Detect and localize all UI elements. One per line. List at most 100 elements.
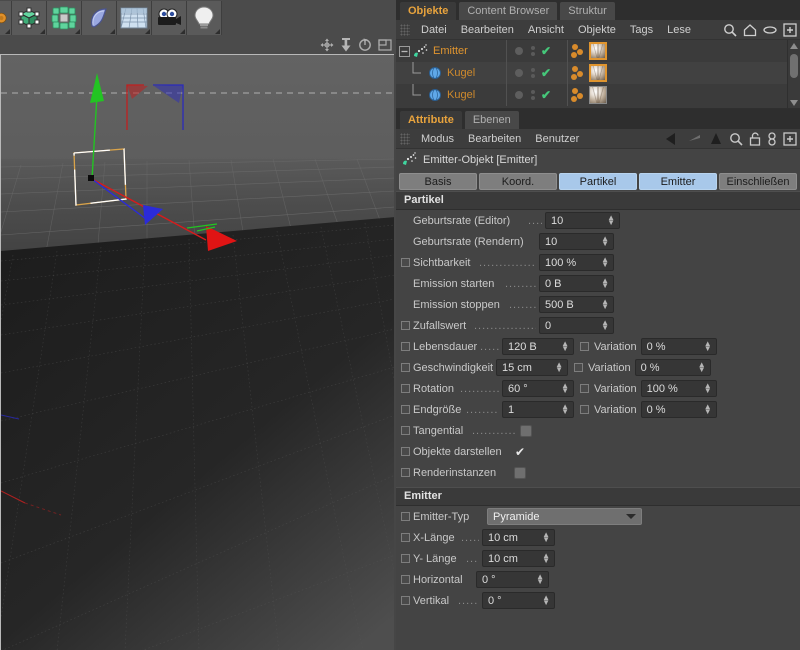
spinner-arrows-icon[interactable]: ▲ ▼ xyxy=(704,382,712,395)
tab-basis[interactable]: Basis xyxy=(399,172,477,190)
spinner-emission-stoppen[interactable]: 500 B ▲ ▼ xyxy=(539,296,614,313)
expand-collapse-toggle[interactable] xyxy=(396,40,412,62)
object-tags[interactable] xyxy=(570,84,607,106)
spinner-zufallswert[interactable]: 0 ▲ ▼ xyxy=(539,317,614,334)
table-row[interactable]: Emitter ✔ xyxy=(396,40,800,62)
keyframe-marker-variation[interactable] xyxy=(580,342,589,351)
tab-objekte[interactable]: Objekte xyxy=(400,2,457,20)
keyframe-marker[interactable] xyxy=(401,596,410,605)
object-manager-list[interactable]: Emitter ✔ Kugel ✔ Kugel ✔ xyxy=(396,40,800,109)
up-arrow-icon[interactable] xyxy=(709,132,723,146)
object-tags[interactable] xyxy=(570,40,607,62)
spinner-geschwindigkeit-variation[interactable]: 0 % ▲ ▼ xyxy=(634,359,711,376)
dropdown-emitter-typ[interactable]: Pyramide xyxy=(487,508,642,525)
spinner-arrows-icon[interactable]: ▲ ▼ xyxy=(607,214,615,227)
keyframe-marker[interactable] xyxy=(401,575,410,584)
tab-einschliessen[interactable]: Einschließen xyxy=(719,172,797,190)
keyframe-marker-variation[interactable] xyxy=(580,384,589,393)
spinner-arrows-icon[interactable]: ▲ ▼ xyxy=(542,552,550,565)
home-icon[interactable] xyxy=(743,23,757,37)
editor-visibility-dot[interactable] xyxy=(515,91,523,99)
spinner-x-laenge[interactable]: 10 cm ▲ ▼ xyxy=(482,529,555,546)
tab-content-browser[interactable]: Content Browser xyxy=(459,2,558,20)
eye-icon[interactable] xyxy=(763,24,777,36)
spinner-vertikal[interactable]: 0 ° ▲ ▼ xyxy=(482,592,555,609)
keyframe-marker[interactable] xyxy=(401,554,410,563)
render-visibility-dots[interactable] xyxy=(531,90,535,100)
keyframe-marker[interactable] xyxy=(401,533,410,542)
material-tag-icon[interactable] xyxy=(589,42,607,60)
enabled-check-icon[interactable]: ✔ xyxy=(541,67,551,79)
enabled-check-icon[interactable]: ✔ xyxy=(541,89,551,101)
menu-objekte[interactable]: Objekte xyxy=(571,20,623,40)
keyframe-marker[interactable] xyxy=(401,363,410,372)
checkbox-tangential[interactable] xyxy=(520,424,532,437)
move-icon[interactable] xyxy=(320,38,334,52)
table-row[interactable]: Kugel ✔ xyxy=(396,84,800,106)
spinner-arrows-icon[interactable]: ▲ ▼ xyxy=(536,573,544,586)
menu-ansicht[interactable]: Ansicht xyxy=(521,20,571,40)
editor-visibility-dot[interactable] xyxy=(515,47,523,55)
back-arrow-icon[interactable] xyxy=(665,132,681,146)
enabled-check-icon[interactable]: ✔ xyxy=(541,45,551,57)
spinner-arrows-icon[interactable]: ▲ ▼ xyxy=(704,340,712,353)
keyframe-marker[interactable] xyxy=(401,426,410,435)
drag-grip-icon[interactable] xyxy=(400,132,410,145)
spinner-emission-starten[interactable]: 0 B ▲ ▼ xyxy=(539,275,614,292)
particle-tag-icon[interactable] xyxy=(570,87,586,103)
keyframe-marker[interactable] xyxy=(401,468,410,477)
plus-box-icon[interactable] xyxy=(783,132,797,146)
array-generator-tool[interactable] xyxy=(47,1,82,35)
spinner-geschwindigkeit[interactable]: 15 cm ▲ ▼ xyxy=(496,359,568,376)
scale-icon[interactable] xyxy=(340,38,352,52)
spline-tool[interactable] xyxy=(82,1,117,35)
floor-environment-tool[interactable] xyxy=(117,1,152,35)
light-tool[interactable] xyxy=(187,1,222,35)
tab-ebenen[interactable]: Ebenen xyxy=(464,111,519,129)
keyframe-marker[interactable] xyxy=(401,384,410,393)
tab-partikel[interactable]: Partikel xyxy=(559,172,637,190)
material-tag-icon[interactable] xyxy=(589,86,607,104)
spinner-geburtsrate-rendern[interactable]: 10 ▲ ▼ xyxy=(539,233,614,250)
spinner-arrows-icon[interactable]: ▲ ▼ xyxy=(601,277,609,290)
particle-tag-icon[interactable] xyxy=(570,43,586,59)
object-visibility-dots[interactable]: ✔ xyxy=(506,40,568,62)
render-visibility-dots[interactable] xyxy=(531,68,535,78)
menu-tags[interactable]: Tags xyxy=(623,20,660,40)
menu-benutzer[interactable]: Benutzer xyxy=(528,129,586,149)
keyframe-marker[interactable] xyxy=(401,512,410,521)
spinner-sichtbarkeit[interactable]: 100 % ▲ ▼ xyxy=(539,254,614,271)
spinner-arrows-icon[interactable]: ▲ ▼ xyxy=(601,298,609,311)
link-icon[interactable] xyxy=(767,132,777,146)
tab-attribute[interactable]: Attribute xyxy=(400,111,462,129)
spinner-arrows-icon[interactable]: ▲ ▼ xyxy=(698,361,706,374)
table-row[interactable]: Kugel ✔ xyxy=(396,62,800,84)
checkbox-objekte-darstellen[interactable] xyxy=(514,446,526,458)
object-name[interactable]: Kugel xyxy=(444,67,475,79)
material-tag-icon[interactable] xyxy=(589,64,607,82)
spinner-arrows-icon[interactable]: ▲ ▼ xyxy=(601,235,609,248)
lock-icon[interactable] xyxy=(749,132,761,146)
scroll-up-arrow-icon[interactable] xyxy=(788,40,800,51)
keyframe-marker[interactable] xyxy=(401,342,410,351)
spinner-arrows-icon[interactable]: ▲ ▼ xyxy=(601,256,609,269)
cube-primitive-tool[interactable] xyxy=(12,1,47,35)
object-name[interactable]: Kugel xyxy=(444,89,475,101)
keyframe-marker[interactable] xyxy=(401,405,410,414)
camera-tool[interactable] xyxy=(152,1,187,35)
spinner-arrows-icon[interactable]: ▲ ▼ xyxy=(555,361,563,374)
object-visibility-dots[interactable]: ✔ xyxy=(506,62,568,84)
search-icon[interactable] xyxy=(729,132,743,146)
editor-visibility-dot[interactable] xyxy=(515,69,523,77)
render-visibility-dots[interactable] xyxy=(531,46,535,56)
particle-tag-icon[interactable] xyxy=(570,65,586,81)
3d-viewport[interactable] xyxy=(0,54,394,650)
spinner-lebensdauer[interactable]: 120 B ▲ ▼ xyxy=(502,338,574,355)
spinner-endgroesse-variation[interactable]: 0 % ▲ ▼ xyxy=(640,401,717,418)
checkbox-renderinstanzen[interactable] xyxy=(514,466,526,479)
keyframe-marker[interactable] xyxy=(401,447,410,456)
spinner-rotation[interactable]: 60 ° ▲ ▼ xyxy=(502,380,574,397)
object-name[interactable]: Emitter xyxy=(430,45,468,57)
forward-arrow-icon[interactable] xyxy=(687,132,703,146)
tab-koord[interactable]: Koord. xyxy=(479,172,557,190)
